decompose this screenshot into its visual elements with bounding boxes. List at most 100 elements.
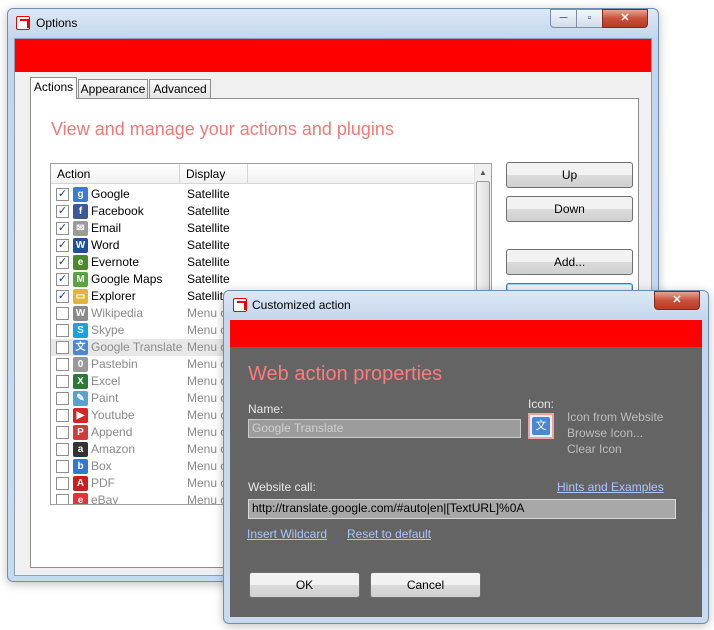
action-display: Satellite [187,204,230,218]
close-button[interactable]: ✕ [602,9,648,28]
ok-button[interactable]: OK [249,572,360,598]
column-header-action[interactable]: Action [51,164,180,184]
action-checkbox[interactable] [56,409,69,422]
ebay-icon: e [73,493,88,504]
action-name: Excel [91,374,121,388]
action-checkbox[interactable] [56,426,69,439]
scroll-up-arrow-icon[interactable]: ▲ [475,164,491,181]
list-item[interactable]: ✓ g Google Satellite [51,186,481,203]
action-checkbox[interactable]: ✓ [56,205,69,218]
action-checkbox[interactable] [56,494,69,504]
tab-advanced[interactable]: Advanced [149,79,211,99]
skype-icon: S [73,323,88,338]
browse-icon-option[interactable]: Browse Icon... [567,425,643,441]
action-name: Email [91,221,122,235]
icon-from-website-option[interactable]: Icon from Website [567,409,663,425]
action-display: Satellite [187,238,230,252]
action-name: Amazon [91,442,136,456]
action-checkbox[interactable] [56,375,69,388]
action-checkbox[interactable]: ✓ [56,290,69,303]
facebook-icon: f [73,204,88,219]
selected-icon-preview[interactable]: 文 [528,413,554,439]
google-icon: g [73,187,88,202]
google-translate-icon: 文 [73,340,88,355]
hints-and-examples-link[interactable]: Hints and Examples [557,480,664,494]
wikipedia-icon: W [73,306,88,321]
action-checkbox[interactable] [56,324,69,337]
action-name: Facebook [91,204,144,218]
list-item[interactable]: ✓ W Word Satellite [51,237,481,254]
reset-to-default-link[interactable]: Reset to default [347,527,431,541]
action-checkbox[interactable] [56,460,69,473]
dialog-body: Web action properties Name: Google Trans… [230,320,702,617]
options-title: Options [36,16,78,30]
action-name: Evernote [91,255,140,269]
action-name: Explorer [91,289,136,303]
action-checkbox[interactable]: ✓ [56,188,69,201]
maximize-button[interactable]: ▫ [576,9,603,28]
excel-icon: X [73,374,88,389]
minimize-button[interactable]: ─ [550,9,577,28]
dialog-heading: Web action properties [248,363,443,385]
dialog-close-button[interactable]: ✕ [654,291,700,310]
tab-appearance[interactable]: Appearance [78,79,148,99]
app-logo-icon [16,16,30,30]
pastebin-icon: 0 [73,357,88,372]
page-heading: View and manage your actions and plugins [51,119,394,139]
action-name: Youtube [91,408,135,422]
word-icon: W [73,238,88,253]
action-display: Satellite [187,272,230,286]
action-checkbox[interactable] [56,307,69,320]
append-icon: P [73,425,88,440]
action-name: Google Translate [91,340,183,354]
column-header-display[interactable]: Display [180,164,248,184]
name-input[interactable]: Google Translate [248,419,521,438]
evernote-icon: e [73,255,88,270]
email-icon: ✉ [73,221,88,236]
list-item[interactable]: ✓ e Evernote Satellite [51,254,481,271]
action-display: Satellite [187,187,230,201]
website-call-input[interactable]: http://translate.google.com/#auto|en|[Te… [248,499,676,519]
pdf-icon: A [73,476,88,491]
action-name: Pastebin [91,357,138,371]
action-checkbox[interactable] [56,477,69,490]
action-display: Satellite [187,255,230,269]
action-name: Box [91,459,112,473]
action-name: Google Maps [91,272,163,286]
add-button[interactable]: Add... [506,249,633,275]
action-name: Append [91,425,133,439]
dialog-title: Customized action [252,298,351,312]
list-item[interactable]: ✓ M Google Maps Satellite [51,271,481,288]
action-name: Google [91,187,130,201]
customized-action-dialog: Customized action ✕ Web action propertie… [223,290,709,624]
list-item[interactable]: ✓ f Facebook Satellite [51,203,481,220]
explorer-icon: ▭ [73,289,88,304]
cancel-button[interactable]: Cancel [370,572,481,598]
list-item[interactable]: ✓ ✉ Email Satellite [51,220,481,237]
column-header-filler [248,164,476,184]
down-button[interactable]: Down [506,196,633,222]
action-checkbox[interactable] [56,358,69,371]
amazon-icon: a [73,442,88,457]
action-name: eBay [91,493,119,505]
action-checkbox[interactable] [56,443,69,456]
action-checkbox[interactable]: ✓ [56,273,69,286]
up-button[interactable]: Up [506,162,633,188]
insert-wildcard-link[interactable]: Insert Wildcard [247,527,327,541]
dialog-titlebar[interactable]: Customized action ✕ [224,291,708,321]
action-checkbox[interactable]: ✓ [56,222,69,235]
action-name: Skype [91,323,125,337]
name-label: Name: [248,402,284,416]
tab-actions[interactable]: Actions [30,77,77,99]
action-checkbox[interactable]: ✓ [56,256,69,269]
action-display: Satellite [187,221,230,235]
icon-label: Icon: [528,397,555,411]
action-checkbox[interactable] [56,341,69,354]
options-red-banner [15,39,651,72]
action-name: Wikipedia [91,306,144,320]
clear-icon-option[interactable]: Clear Icon [567,441,622,457]
youtube-icon: ▶ [73,408,88,423]
action-checkbox[interactable]: ✓ [56,239,69,252]
action-checkbox[interactable] [56,392,69,405]
options-titlebar[interactable]: Options ─ ▫ ✕ [8,9,658,39]
